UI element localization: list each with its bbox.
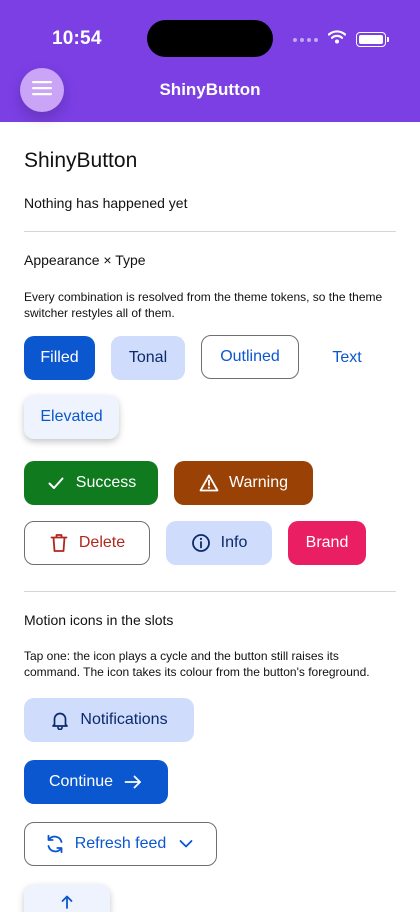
notifications-button-label: Notifications bbox=[80, 711, 168, 728]
cellular-signal-icon bbox=[293, 37, 318, 42]
section-title-appearance: Appearance × Type bbox=[24, 252, 146, 268]
arrow-right-icon bbox=[123, 772, 143, 792]
elevated-button[interactable]: Elevated bbox=[24, 395, 119, 439]
success-button[interactable]: Success bbox=[24, 461, 158, 505]
success-button-label: Success bbox=[75, 474, 137, 491]
share-upload-icon bbox=[57, 894, 77, 912]
refresh-feed-button-label: Refresh feed bbox=[74, 835, 167, 852]
text-button-label: Text bbox=[332, 349, 362, 366]
trash-icon bbox=[49, 533, 69, 553]
filled-button[interactable]: Filled bbox=[24, 336, 95, 380]
continue-button[interactable]: Continue bbox=[24, 760, 168, 804]
continue-button-label: Continue bbox=[48, 773, 114, 790]
tonal-button[interactable]: Tonal bbox=[111, 336, 185, 380]
page-title: ShinyButton bbox=[24, 149, 138, 172]
brand-button-label: Brand bbox=[305, 534, 349, 551]
section-description-appearance: Every combination is resolved from the t… bbox=[24, 290, 383, 320]
tonal-button-label: Tonal bbox=[128, 349, 168, 366]
refresh-icon bbox=[45, 834, 65, 854]
status-message: Nothing has happened yet bbox=[24, 195, 188, 211]
warning-triangle-icon bbox=[199, 473, 219, 493]
section-description-motion: Tap one: the icon plays a cycle and the … bbox=[24, 649, 370, 679]
brand-button[interactable]: Brand bbox=[288, 521, 366, 565]
app-bar-title: ShinyButton bbox=[159, 80, 261, 99]
chevron-down-icon bbox=[176, 834, 196, 854]
bell-icon bbox=[50, 710, 70, 730]
text-button[interactable]: Text bbox=[315, 336, 379, 380]
warning-button-label: Warning bbox=[229, 474, 288, 491]
info-circle-icon bbox=[191, 533, 211, 553]
info-button[interactable]: Info bbox=[166, 521, 272, 565]
delete-button-label: Delete bbox=[78, 534, 126, 551]
status-icons bbox=[293, 30, 389, 49]
outlined-button-label: Outlined bbox=[220, 348, 280, 365]
divider bbox=[24, 231, 396, 232]
dynamic-island bbox=[147, 20, 273, 57]
notifications-button[interactable]: Notifications bbox=[24, 698, 194, 742]
elevated-button-label: Elevated bbox=[40, 408, 103, 425]
battery-icon bbox=[356, 32, 389, 47]
outlined-button[interactable]: Outlined bbox=[201, 335, 299, 379]
delete-button[interactable]: Delete bbox=[24, 521, 150, 565]
section-title-motion: Motion icons in the slots bbox=[24, 612, 174, 628]
share-button[interactable] bbox=[24, 884, 110, 912]
wifi-icon bbox=[327, 30, 347, 49]
check-icon bbox=[46, 473, 66, 493]
warning-button[interactable]: Warning bbox=[174, 461, 313, 505]
divider bbox=[24, 591, 396, 592]
refresh-feed-button[interactable]: Refresh feed bbox=[24, 822, 217, 866]
app-header: 10:54 ShinyButton bbox=[0, 0, 420, 122]
status-time: 10:54 bbox=[52, 28, 102, 49]
filled-button-label: Filled bbox=[40, 349, 79, 366]
info-button-label: Info bbox=[220, 534, 248, 551]
